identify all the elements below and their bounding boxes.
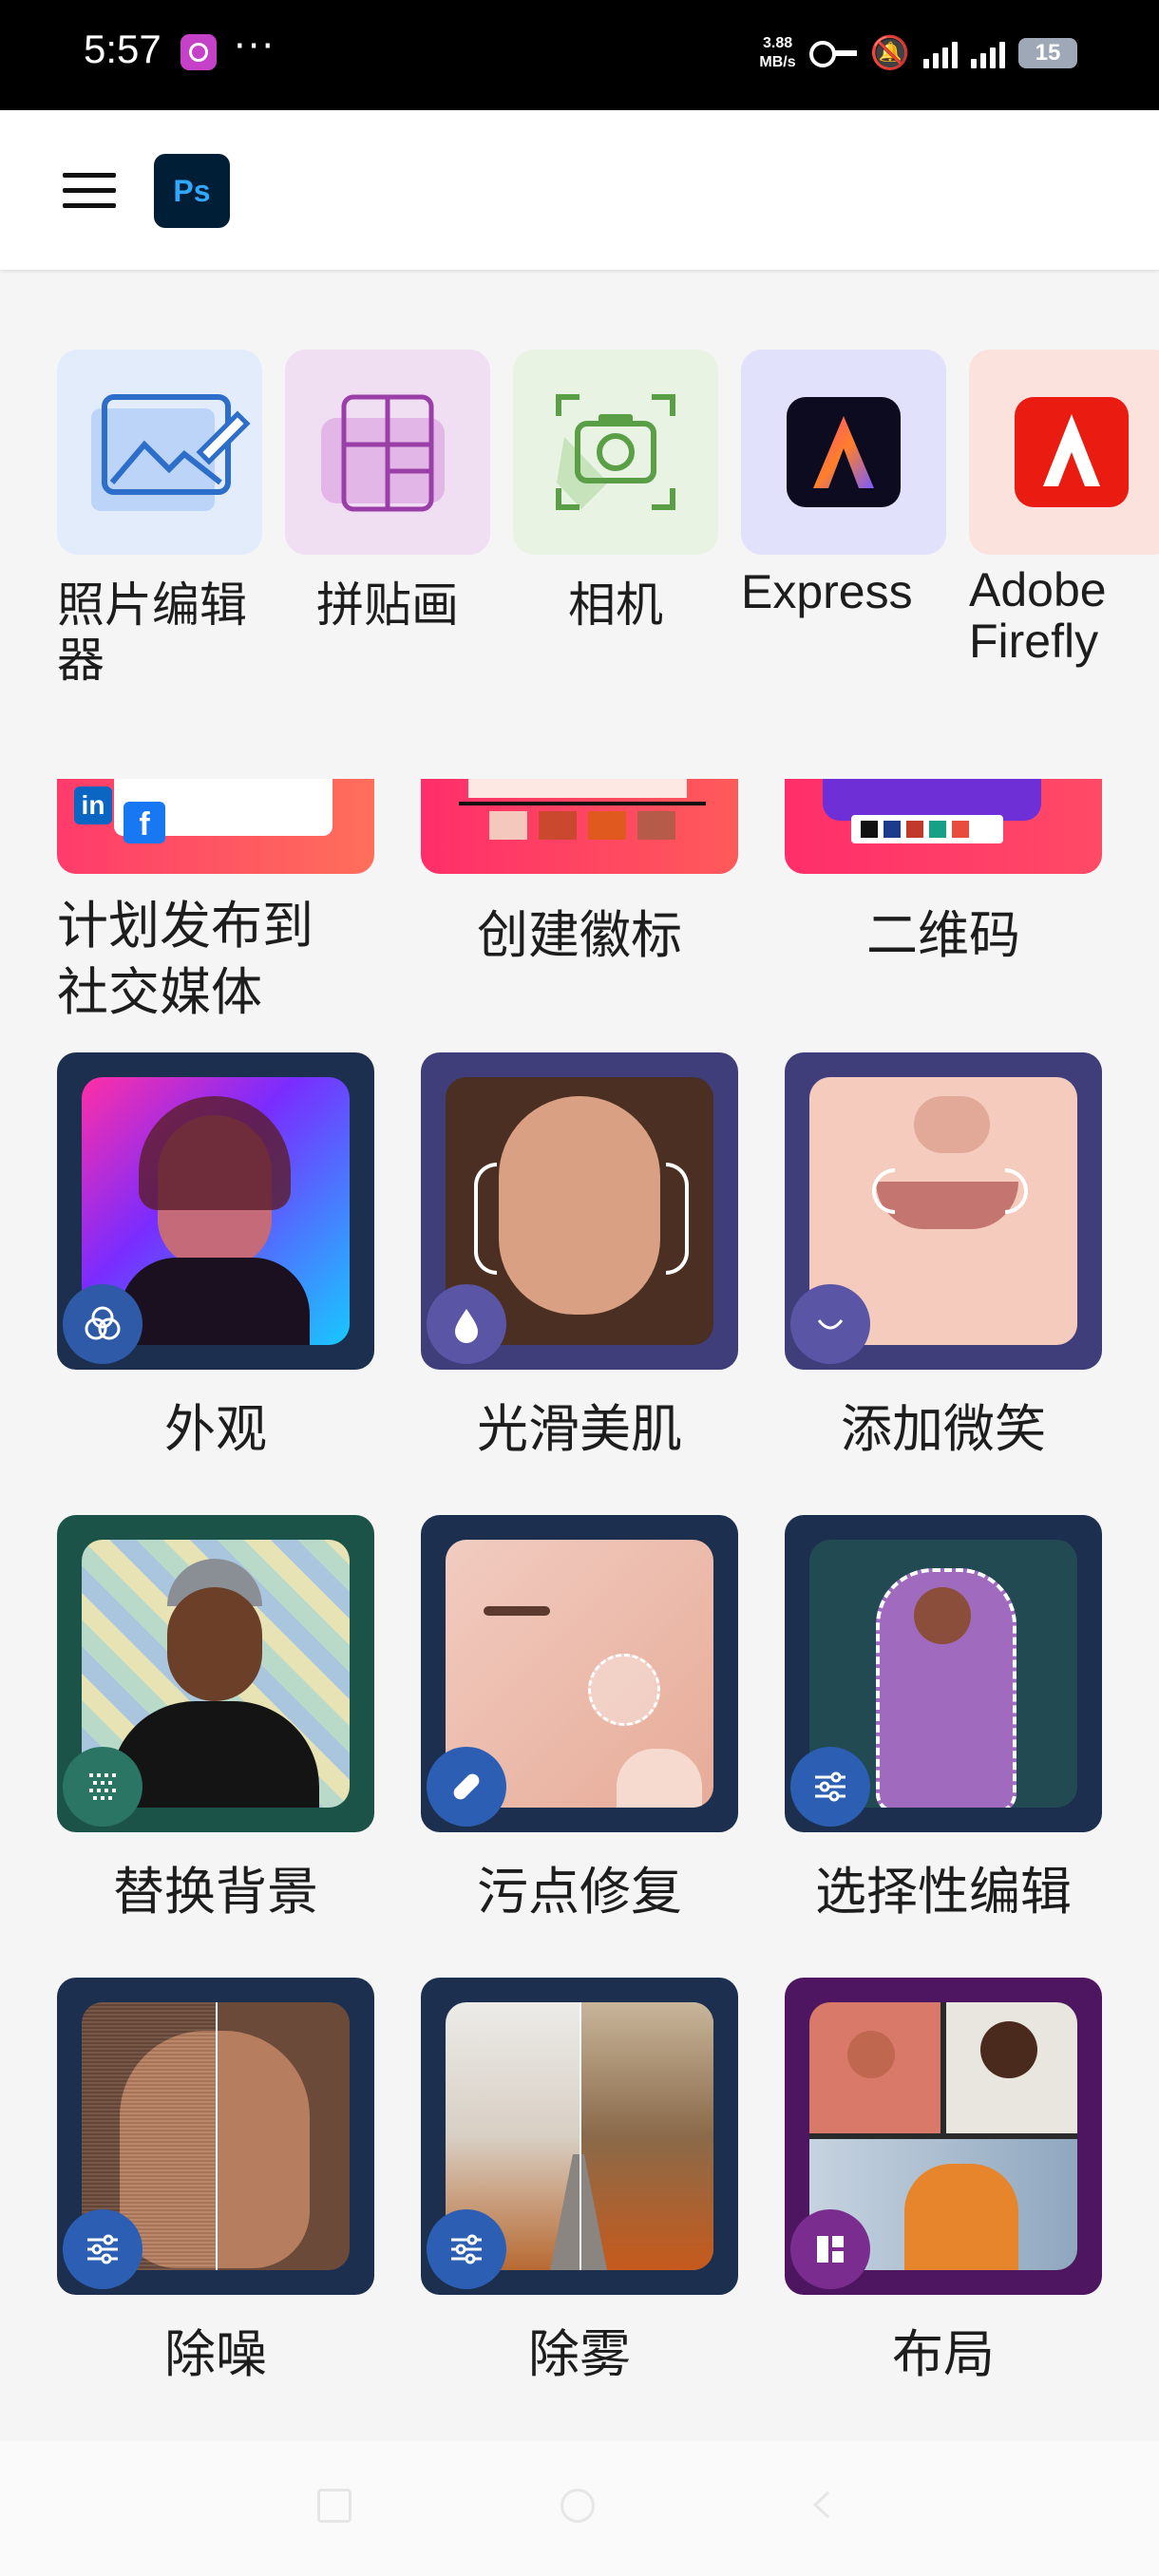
looks-thumbnail	[57, 1052, 374, 1370]
quick-action-photo-editor[interactable]: 照片编辑器	[57, 350, 262, 688]
smile-thumbnail	[785, 1052, 1102, 1370]
feature-label: 计划发布到社交媒体	[57, 896, 314, 1022]
adjust-sliders-icon	[63, 2209, 142, 2289]
feature-card-selective-edit[interactable]: 选择性编辑	[785, 1515, 1102, 1922]
signal-icon	[923, 38, 958, 68]
status-bar: 5:57 ··· 3.88 MB/s 🔕 15	[0, 0, 1159, 110]
menu-icon[interactable]	[63, 173, 116, 209]
denoise-thumbnail	[57, 1978, 374, 2295]
feature-card-looks[interactable]: 外观	[57, 1052, 374, 1459]
photoshop-logo: Ps	[154, 154, 230, 228]
signal-icon	[971, 38, 1005, 68]
feature-card-smooth-skin[interactable]: 光滑美肌	[421, 1052, 738, 1459]
quick-action-label: 拼贴画	[316, 578, 459, 633]
feature-card-spot-heal[interactable]: 污点修复	[421, 1515, 738, 1922]
adobe-express-icon	[741, 350, 946, 555]
background-icon	[63, 1747, 142, 1827]
system-nav-bar	[0, 2441, 1159, 2576]
linkedin-icon: in	[74, 786, 112, 824]
feature-card-background[interactable]: 替换背景	[57, 1515, 374, 1922]
feature-label: 光滑美肌	[477, 1399, 682, 1459]
feature-label: 替换背景	[113, 1862, 318, 1922]
background-thumbnail	[57, 1515, 374, 1832]
app-bar: Ps	[0, 110, 1159, 270]
dehaze-thumbnail	[421, 1978, 738, 2295]
bandage-icon	[427, 1747, 506, 1827]
battery-indicator: 15	[1018, 38, 1077, 68]
camera-icon	[513, 350, 718, 555]
smile-icon	[790, 1284, 870, 1364]
quick-action-label: 照片编辑器	[57, 578, 247, 688]
quick-action-express[interactable]: Express	[741, 350, 946, 619]
smooth-skin-thumbnail	[421, 1052, 738, 1370]
recent-apps-button[interactable]	[317, 2489, 355, 2527]
logo-icon	[421, 779, 738, 874]
feature-card-social[interactable]: in f 计划发布到社交媒体	[57, 779, 374, 1022]
network-speed-unit: MB/s	[759, 54, 796, 70]
more-notifications-icon: ···	[234, 25, 276, 68]
adobe-firefly-icon	[969, 350, 1159, 555]
adjust-sliders-icon	[427, 2209, 506, 2289]
feature-label: 布局	[892, 2324, 995, 2384]
social-media-thumbnail: in f	[57, 779, 374, 874]
quick-action-label: Adobe Firefly	[969, 563, 1107, 668]
status-time: 5:57	[84, 27, 162, 71]
feature-label: 创建徽标	[477, 905, 682, 965]
selective-edit-thumbnail	[785, 1515, 1102, 1832]
feature-label: 除噪	[164, 2324, 267, 2384]
app-notification-icon	[180, 34, 217, 70]
feature-card-layout[interactable]: 布局	[785, 1978, 1102, 2384]
feature-card-logo[interactable]: 创建徽标	[421, 779, 738, 965]
feature-card-smile[interactable]: 添加微笑	[785, 1052, 1102, 1459]
layout-thumbnail	[785, 1978, 1102, 2295]
quick-action-collage[interactable]: 拼贴画	[285, 350, 490, 633]
feature-card-dehaze[interactable]: 除雾	[421, 1978, 738, 2384]
vpn-key-icon	[808, 41, 857, 67]
feature-label: 添加微笑	[841, 1399, 1046, 1459]
quick-action-firefly[interactable]: Adobe Firefly	[969, 350, 1159, 667]
facebook-icon: f	[124, 802, 165, 843]
adjust-sliders-icon	[790, 1747, 870, 1827]
collage-icon	[285, 350, 490, 555]
feature-label: 外观	[164, 1399, 267, 1459]
home-button[interactable]	[560, 2489, 598, 2527]
photo-edit-icon	[57, 350, 262, 555]
feature-label: 选择性编辑	[815, 1862, 1072, 1922]
back-button[interactable]	[808, 2489, 846, 2527]
spot-heal-thumbnail	[421, 1515, 738, 1832]
qr-code-icon	[785, 779, 1102, 874]
feature-card-qr[interactable]: 二维码	[785, 779, 1102, 965]
quick-action-label: Express	[741, 565, 913, 618]
feature-label: 污点修复	[477, 1862, 682, 1922]
feature-label: 除雾	[528, 2324, 631, 2384]
feature-card-denoise[interactable]: 除噪	[57, 1978, 374, 2384]
feature-label: 二维码	[866, 905, 1020, 965]
quick-actions-row: 照片编辑器 拼贴画 相机 Express Adobe Firefly	[57, 350, 1159, 720]
layout-icon	[790, 2209, 870, 2289]
quick-action-camera[interactable]: 相机	[513, 350, 718, 633]
smooth-skin-icon	[427, 1284, 506, 1364]
network-speed: 3.88 MB/s	[759, 34, 795, 72]
looks-icon	[63, 1284, 142, 1364]
network-speed-value: 3.88	[762, 35, 793, 51]
quick-action-label: 相机	[568, 578, 663, 633]
mute-bell-icon: 🔕	[869, 34, 910, 72]
